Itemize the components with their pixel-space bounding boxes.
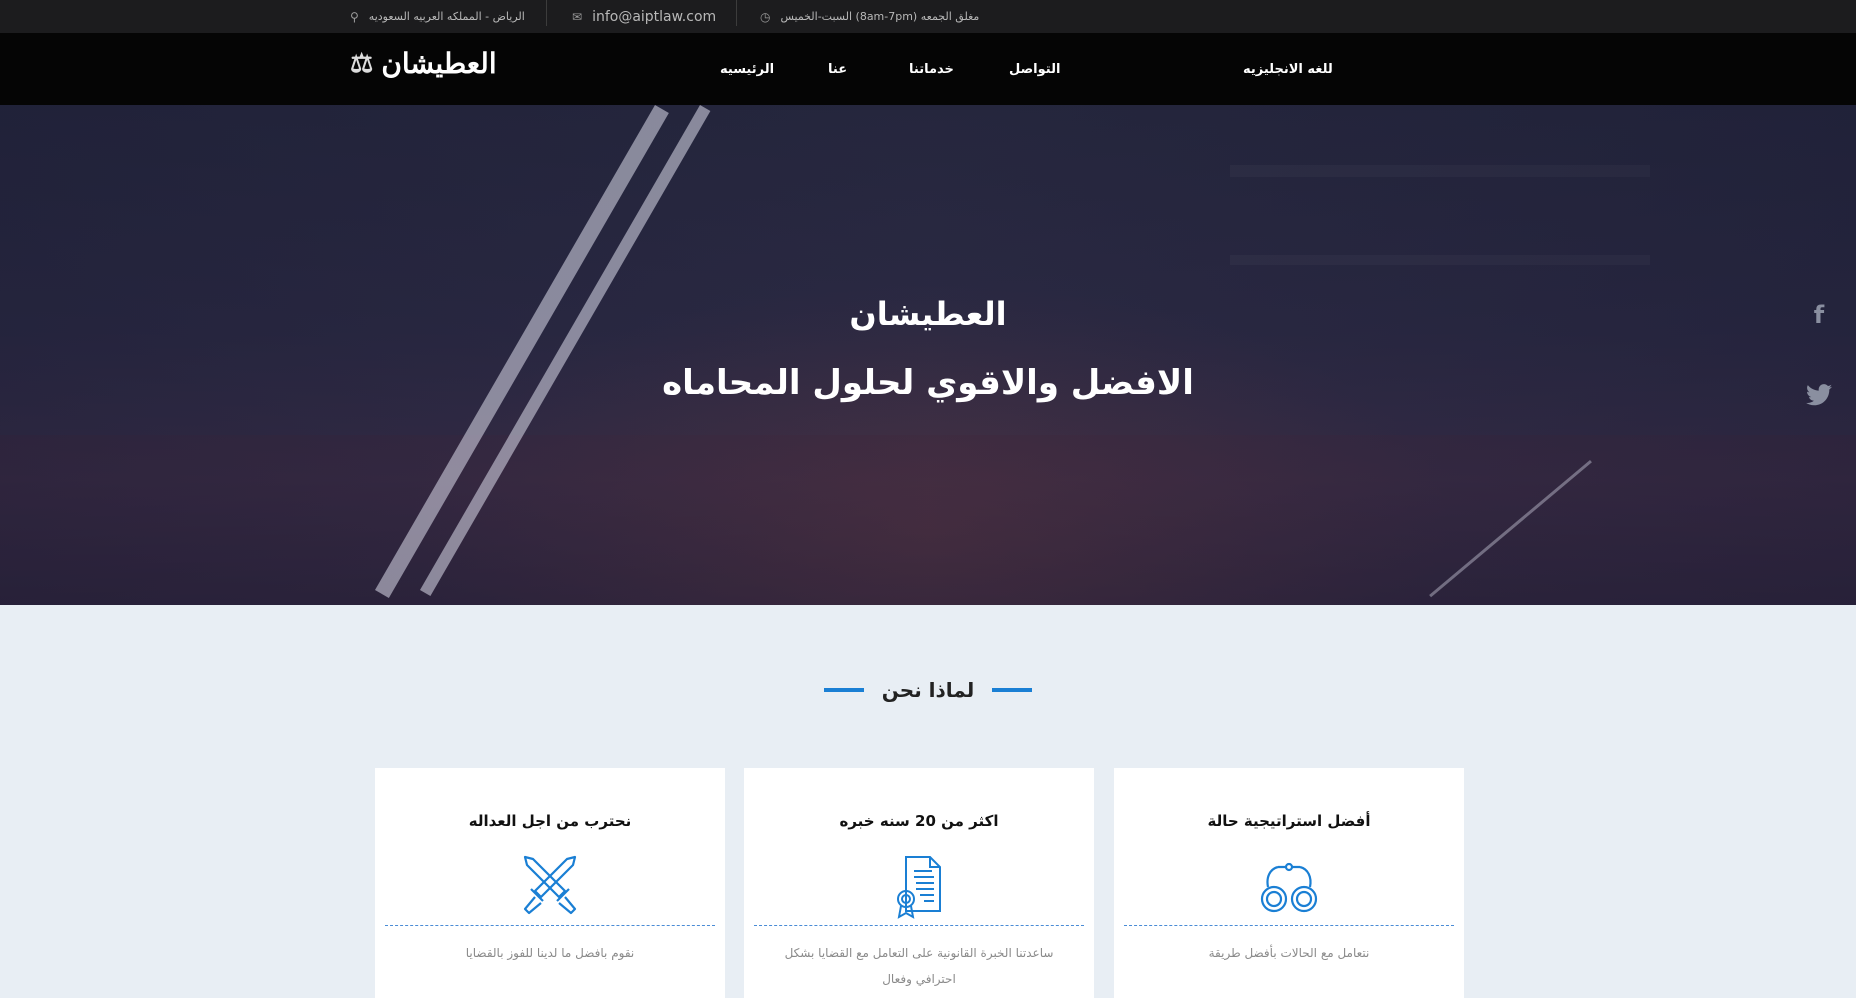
envelope-icon: ✉ [572, 9, 583, 24]
card-title: أفضل استراتيجية حالة [1207, 812, 1371, 830]
address: ⚲ الرياض - المملكه العربيه السعوديه [350, 0, 525, 33]
heading-accent-bar [823, 688, 864, 692]
card-divider [385, 925, 715, 926]
heading-accent-bar [992, 688, 1033, 692]
clock-icon: ◷ [760, 9, 771, 24]
scales-of-justice-icon: ⚖ [350, 48, 374, 79]
feature-card-justice: نحترب من اجل العداله نقوم بافضل ما لدينا… [375, 768, 725, 998]
crossed-swords-icon [523, 855, 577, 915]
working-hours: ◷ السبت-الخميس (8am-7pm) مغلق الجمعه [760, 0, 979, 33]
address-text: الرياض - المملكه العربيه السعوديه [368, 10, 525, 23]
topbar-divider [546, 0, 547, 26]
hero-overlay [0, 105, 1856, 605]
card-text: ساعدتنا الخبرة القانونية على التعامل مع … [784, 946, 1054, 986]
twitter-icon[interactable] [1799, 375, 1839, 415]
logo-text: العطيشان [381, 47, 497, 80]
certificate-icon [897, 856, 941, 919]
card-divider [754, 925, 1084, 926]
nav-contact[interactable]: التواصل [1009, 33, 1060, 105]
card-text: نقوم بافضل ما لدينا للفوز بالقضايا [465, 946, 635, 960]
feature-card-experience: اكثر من 20 سنه خبره ساعدتنا الخبرة القان… [744, 768, 1094, 998]
top-info-bar: ◷ السبت-الخميس (8am-7pm) مغلق الجمعه ✉ i… [0, 0, 1856, 33]
site-logo[interactable]: العطيشان ⚖ [350, 47, 497, 80]
why-us-title: لماذا نحن [881, 678, 975, 702]
nav-home[interactable]: الرئيسيه [720, 33, 774, 105]
card-divider [1124, 925, 1454, 926]
twitter-bird-icon [1806, 384, 1832, 406]
topbar-divider [736, 0, 737, 26]
hero-heading: العطيشان [849, 295, 1007, 333]
nav-english[interactable]: للغه الانجليزيه [1243, 33, 1333, 105]
why-us-heading: لماذا نحن [0, 672, 1856, 708]
nav-services[interactable]: خدماتنا [909, 33, 954, 105]
hero-banner: العطيشان الافضل والاقوي لحلول المحاماه f [0, 105, 1856, 605]
hero-subheading: الافضل والاقوي لحلول المحاماه [662, 363, 1194, 403]
nav-about[interactable]: عنا [828, 33, 847, 105]
facebook-icon[interactable]: f [1799, 295, 1839, 335]
card-title: نحترب من اجل العداله [468, 812, 632, 830]
card-text: نتعامل مع الحالات بأفضل طريقة [1208, 946, 1370, 960]
map-pin-icon: ⚲ [350, 9, 359, 24]
working-hours-text: السبت-الخميس (8am-7pm) مغلق الجمعه [780, 10, 980, 23]
main-navbar: العطيشان ⚖ للغه الانجليزيه التواصل خدمات… [0, 33, 1856, 105]
contact-email[interactable]: ✉ info@aiptlaw.com [572, 0, 716, 33]
feature-card-strategy: أفضل استراتيجية حالة نتعامل مع الحالات ب… [1114, 768, 1464, 998]
card-title: اكثر من 20 سنه خبره [839, 812, 999, 830]
handcuffs-icon [1260, 862, 1318, 913]
email-text[interactable]: info@aiptlaw.com [592, 9, 716, 25]
